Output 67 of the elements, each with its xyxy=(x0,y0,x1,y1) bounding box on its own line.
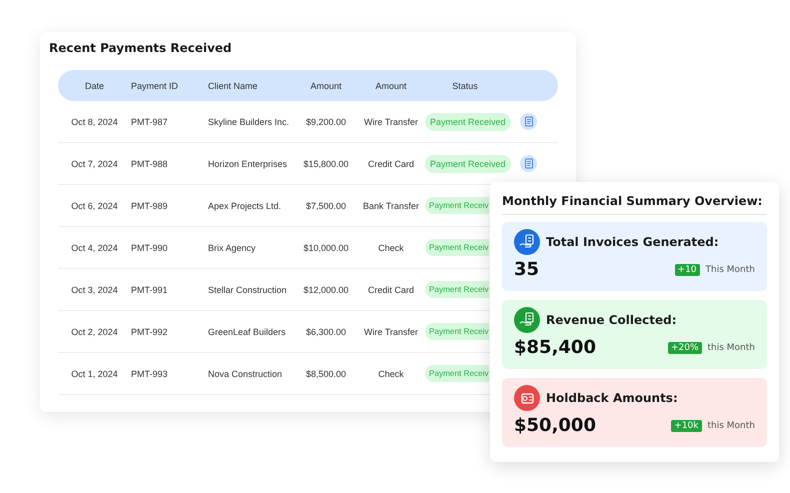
table-cell: PMT-991 xyxy=(131,284,168,294)
stat-label: Holdback Amounts: xyxy=(546,391,678,405)
table-cell: PMT-993 xyxy=(131,368,168,378)
column-header: Client Name xyxy=(208,80,258,90)
period-label: this Month xyxy=(708,342,755,352)
status-badge: Payment Receiv xyxy=(425,323,489,340)
invoice-hand-icon xyxy=(514,229,540,255)
table-cell: Wire Transfer xyxy=(364,326,418,336)
table-cell: Bank Transfer xyxy=(362,200,420,210)
stat-value: 35 xyxy=(514,259,540,280)
table-cell: GreenLeaf Builders xyxy=(208,326,286,336)
column-header: Date xyxy=(84,80,104,90)
status-badge: Payment Receiv xyxy=(425,365,489,382)
table-cell: Check xyxy=(378,368,404,378)
card-title: Recent Payments Received xyxy=(49,40,233,57)
table-cell: Oct 1, 2024 xyxy=(71,368,118,378)
status-badge: Payment Receiv xyxy=(425,197,489,214)
table-cell: $8,500.00 xyxy=(306,368,346,378)
table-cell: $9,200.00 xyxy=(306,116,346,126)
period-label: This Month xyxy=(706,264,755,274)
table-cell: Brix Agency xyxy=(208,242,256,252)
table-cell: Horizon Enterprises xyxy=(208,158,288,168)
table-cell: $6,300.00 xyxy=(306,326,346,336)
table-cell: Wire Transfer xyxy=(364,116,418,126)
table-cell: PMT-992 xyxy=(131,326,168,336)
column-header: Status xyxy=(452,80,478,90)
table-cell: PMT-990 xyxy=(131,242,168,252)
table-cell: Oct 4, 2024 xyxy=(71,242,118,252)
column-header: Amount xyxy=(310,80,342,90)
change-badge: +10 xyxy=(674,264,700,276)
table-cell: Apex Projects Ltd. xyxy=(208,200,282,210)
change-badge: +10k xyxy=(671,420,702,432)
table-cell: Oct 3, 2024 xyxy=(71,284,118,294)
table-cell: Credit Card xyxy=(368,158,414,168)
wallet-icon xyxy=(514,385,540,411)
status-badge: Payment Received xyxy=(425,154,511,172)
table-cell: $7,500.00 xyxy=(306,200,346,210)
table-cell: Oct 8, 2024 xyxy=(71,116,118,126)
table-cell: Oct 2, 2024 xyxy=(71,326,118,336)
table-cell: Skyline Builders Inc. xyxy=(208,116,290,126)
table-cell: PMT-988 xyxy=(131,158,168,168)
stat-label: Revenue Collected: xyxy=(546,313,677,327)
table-cell: $10,000.00 xyxy=(303,242,349,252)
status-badge: Payment Receiv xyxy=(425,281,489,298)
table-cell: Oct 6, 2024 xyxy=(71,200,118,210)
receipt-icon[interactable] xyxy=(520,155,537,172)
card-title: Monthly Financial Summary Overview: xyxy=(502,194,767,215)
table-cell: Nova Construction xyxy=(208,368,282,378)
table-cell: $15,800.00 xyxy=(303,158,349,168)
money-hand-icon xyxy=(514,307,540,333)
table-cell: $12,000.00 xyxy=(303,284,349,294)
table-cell: PMT-989 xyxy=(131,200,168,210)
stat-value: $50,000 xyxy=(514,415,596,436)
receipt-icon[interactable] xyxy=(520,113,537,130)
stat-value: $85,400 xyxy=(514,337,596,358)
column-header: Amount xyxy=(375,80,407,90)
period-label: this Month xyxy=(708,420,755,430)
table-cell: Check xyxy=(378,242,404,252)
status-badge: Payment Receiv xyxy=(425,239,489,256)
table-cell: Oct 7, 2024 xyxy=(71,158,118,168)
change-badge: +20% xyxy=(668,342,702,354)
table-cell: PMT-987 xyxy=(131,116,168,126)
table-cell: Stellar Construction xyxy=(208,284,287,294)
status-badge: Payment Received xyxy=(425,112,511,130)
stat-label: Total Invoices Generated: xyxy=(546,235,719,249)
table-cell: Credit Card xyxy=(368,284,414,294)
column-header: Payment ID xyxy=(131,80,178,90)
